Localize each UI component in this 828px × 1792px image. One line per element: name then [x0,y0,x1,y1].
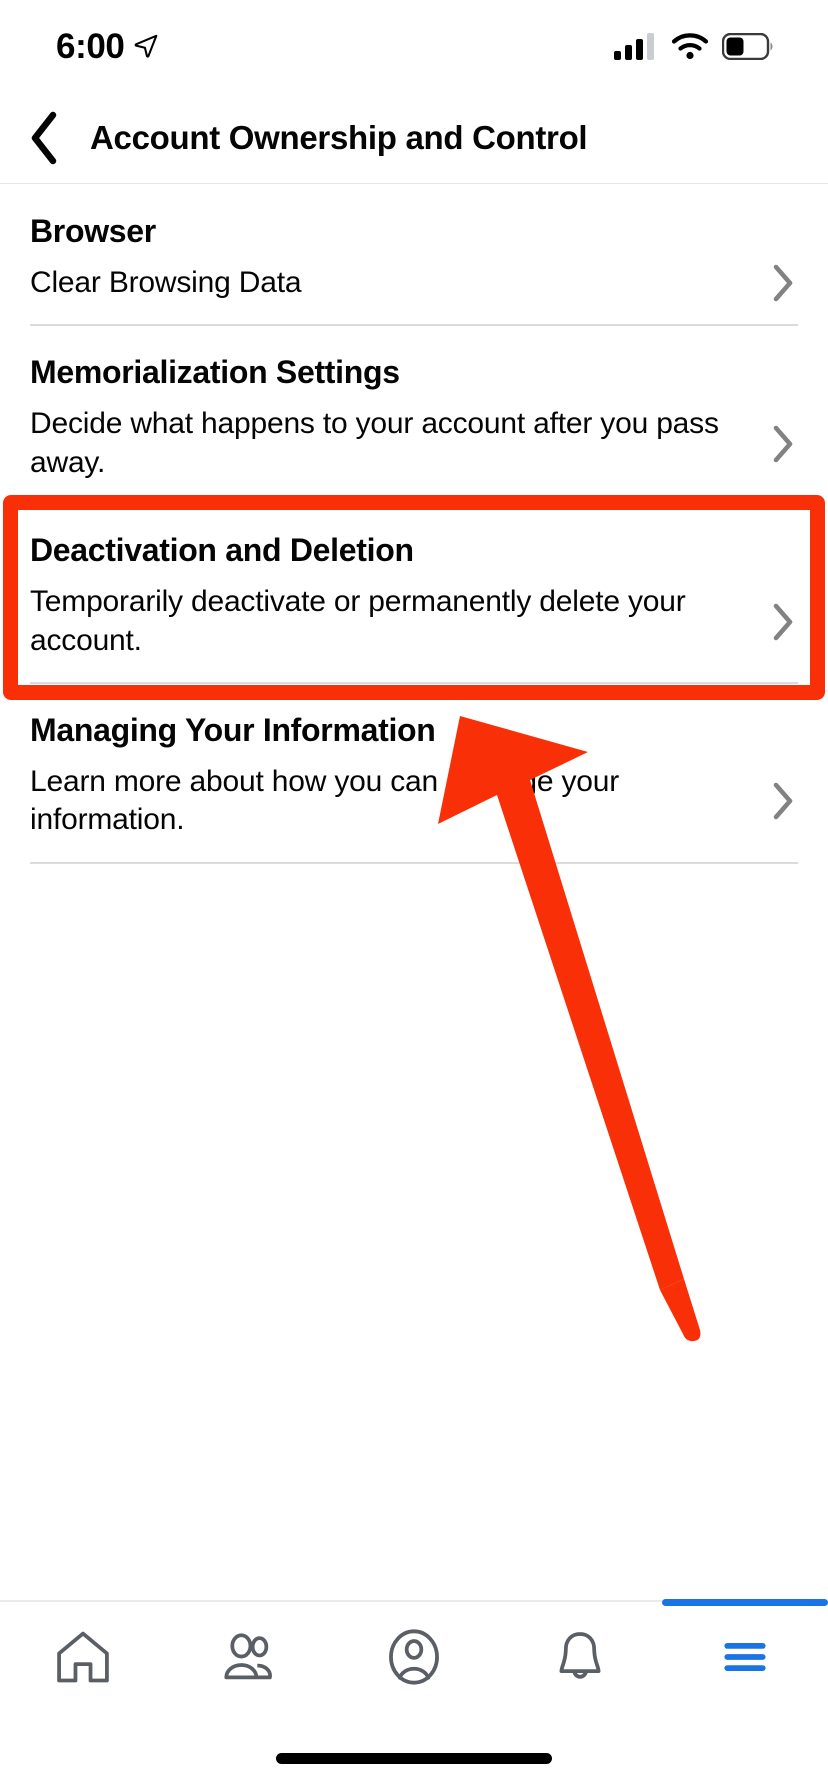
phone-screen: 6:00 Account Ownership and Control Brows… [0,0,828,1792]
cellular-signal-icon [614,33,654,60]
bell-icon [559,1632,601,1679]
hamburger-menu-icon [724,1643,766,1671]
list-item[interactable]: Clear Browsing Data [0,250,828,324]
list-item-label: Learn more about how you can manage your… [30,764,620,837]
list-item-label: Temporarily deactivate or permanently de… [30,585,686,657]
home-indicator [276,1753,552,1764]
list-item[interactable]: Decide what happens to your account afte… [0,391,828,504]
section-header: Memorialization Settings [30,354,400,391]
list-item[interactable]: Learn more about how you can manage your… [0,749,828,862]
status-bar: 6:00 [0,0,828,92]
chevron-left-icon [31,111,57,164]
page-title: Account Ownership and Control [90,118,588,156]
chevron-right-icon [768,603,798,641]
menu-tab[interactable] [662,1599,828,1713]
back-button[interactable] [0,92,90,184]
chevron-right-icon [768,264,798,302]
list-divider [30,861,798,864]
settings-section-browser: Browser Clear Browsing Data [0,185,828,327]
chevron-right-icon [768,425,798,463]
settings-section-memorialization: Memorialization Settings Decide what hap… [0,326,828,504]
section-header: Browser [30,213,156,249]
friends-icon [224,1633,273,1680]
section-header: Deactivation and Deletion [30,532,414,569]
settings-list: Browser Clear Browsing Data Memorializat… [0,185,828,864]
home-tab[interactable] [0,1601,166,1713]
wifi-icon [671,33,709,60]
list-item-label: Clear Browsing Data [30,266,302,299]
friends-tab[interactable] [166,1601,332,1713]
list-item[interactable]: Temporarily deactivate or permanently de… [0,569,828,682]
status-bar-right [614,32,774,60]
profile-tab[interactable] [331,1601,497,1713]
chevron-right-icon [768,782,798,820]
bottom-tab-bar [0,1599,828,1713]
page-header: Account Ownership and Control [0,92,828,184]
profile-circle-icon [389,1629,439,1685]
notifications-tab[interactable] [497,1601,663,1713]
home-icon [57,1631,109,1683]
active-tab-indicator [662,1599,828,1606]
list-item-label: Decide what happens to your account afte… [30,407,719,479]
settings-section-deactivation: Deactivation and Deletion Temporarily de… [0,504,828,684]
battery-icon [722,32,773,60]
location-arrow-icon [135,34,158,58]
section-header: Managing Your Information [30,711,436,748]
status-bar-left: 6:00 [56,29,159,64]
settings-section-managing-information: Managing Your Information Learn more abo… [0,684,828,864]
status-time: 6:00 [56,26,125,66]
